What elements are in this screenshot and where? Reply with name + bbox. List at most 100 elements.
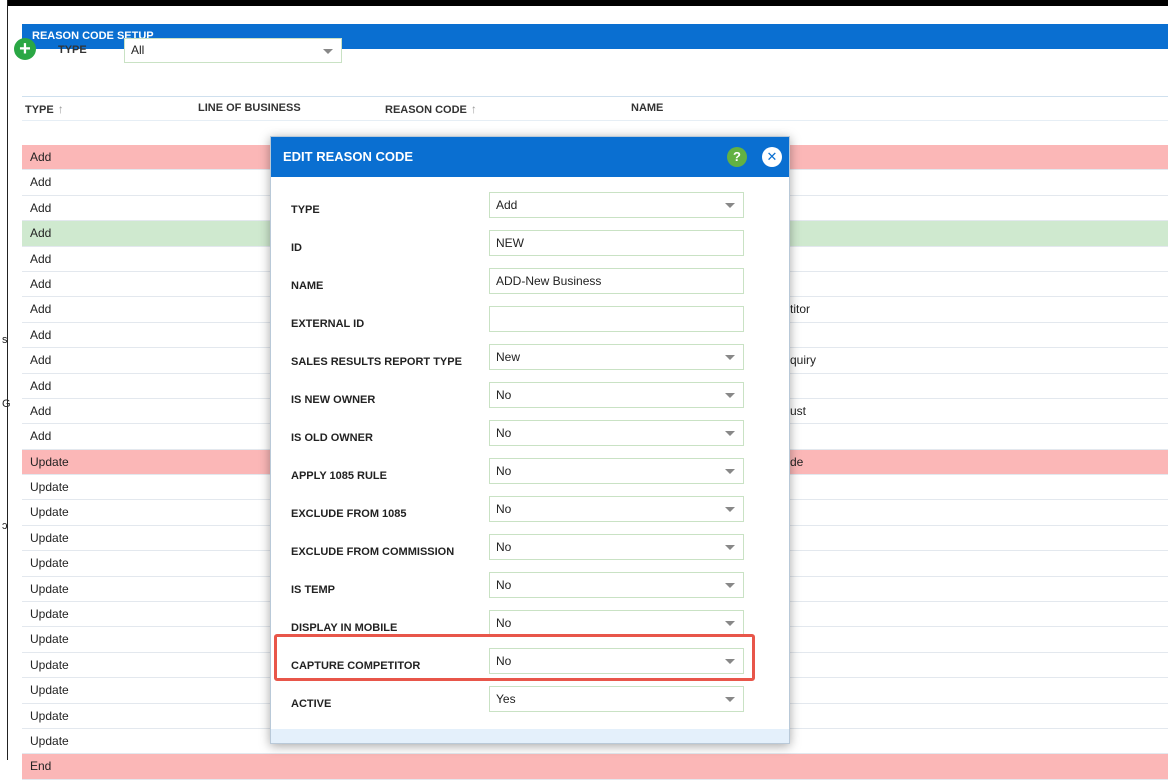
dialog-title: EDIT REASON CODE bbox=[283, 149, 414, 164]
row-type-cell: Update bbox=[30, 683, 69, 698]
field-row-name: NAME ADD-New Business bbox=[271, 265, 791, 303]
sales-results-report-type-select[interactable]: New bbox=[489, 344, 744, 370]
field-value: No bbox=[496, 502, 512, 516]
row-type-cell: Update bbox=[30, 556, 69, 571]
field-label: ID bbox=[291, 242, 302, 254]
field-label: APPLY 1085 RULE bbox=[291, 470, 387, 482]
field-row-display-in-mobile: DISPLAY IN MOBILE No bbox=[271, 607, 791, 645]
divider bbox=[22, 120, 1168, 121]
type-select[interactable]: Add bbox=[489, 192, 744, 218]
field-label: CAPTURE COMPETITOR bbox=[291, 660, 421, 672]
chevron-down-icon bbox=[725, 545, 735, 550]
is-temp-select[interactable]: No bbox=[489, 572, 744, 598]
column-header-label: NAME bbox=[631, 102, 664, 114]
sort-up-icon: ↑ bbox=[57, 102, 64, 116]
edge-glyph: s bbox=[2, 334, 8, 346]
column-header-type[interactable]: TYPE ↑ bbox=[25, 102, 64, 116]
field-label: EXTERNAL ID bbox=[291, 318, 365, 330]
display-in-mobile-select[interactable]: No bbox=[489, 610, 744, 636]
field-row-is-new-owner: IS NEW OWNER No bbox=[271, 379, 791, 417]
capture-competitor-select[interactable]: No bbox=[489, 648, 744, 674]
row-type-cell: Add bbox=[30, 429, 52, 444]
sort-up-icon: ↑ bbox=[470, 102, 477, 116]
name-input[interactable]: ADD-New Business bbox=[489, 268, 744, 294]
row-type-cell: Add bbox=[30, 353, 52, 368]
field-label: SALES RESULTS REPORT TYPE bbox=[291, 356, 462, 368]
close-icon[interactable]: ✕ bbox=[762, 147, 782, 167]
field-label: EXCLUDE FROM COMMISSION bbox=[291, 546, 455, 558]
type-filter-select[interactable]: All bbox=[124, 38, 342, 63]
column-header-line-of-business[interactable]: LINE OF BUSINESS bbox=[198, 102, 301, 114]
field-row-exclude-from-1085: EXCLUDE FROM 1085 No bbox=[271, 493, 791, 531]
window-left-border bbox=[0, 0, 8, 760]
exclude-from-commission-select[interactable]: No bbox=[489, 534, 744, 560]
row-type-cell: End bbox=[30, 759, 52, 774]
row-name-cell: de bbox=[790, 454, 804, 469]
field-label: TYPE bbox=[291, 204, 320, 216]
column-header-reason-code[interactable]: REASON CODE ↑ bbox=[385, 102, 477, 116]
row-type-cell: Add bbox=[30, 200, 52, 215]
field-row-active: ACTIVE Yes bbox=[271, 683, 791, 721]
row-type-cell: Add bbox=[30, 378, 52, 393]
row-type-cell: Add bbox=[30, 302, 52, 317]
field-value: No bbox=[496, 388, 512, 402]
is-old-owner-select[interactable]: No bbox=[489, 420, 744, 446]
dialog-footer bbox=[271, 729, 789, 743]
row-type-cell: Add bbox=[30, 150, 52, 164]
row-name-cell: ust bbox=[790, 403, 807, 418]
field-value: No bbox=[496, 578, 512, 592]
chevron-down-icon bbox=[725, 583, 735, 588]
edge-glyph: G bbox=[2, 398, 11, 410]
add-reason-code-button[interactable]: + bbox=[14, 38, 36, 60]
apply-1085-rule-select[interactable]: No bbox=[489, 458, 744, 484]
field-value: ADD-New Business bbox=[496, 274, 602, 288]
chevron-down-icon bbox=[725, 697, 735, 702]
row-type-cell: Add bbox=[30, 175, 52, 190]
row-type-cell: Update bbox=[30, 607, 69, 622]
field-row-type: TYPE Add bbox=[271, 189, 791, 227]
row-type-cell: Update bbox=[30, 657, 69, 672]
row-type-cell: Add bbox=[30, 327, 52, 342]
field-row-sales-results-report-type: SALES RESULTS REPORT TYPE New bbox=[271, 341, 791, 379]
chevron-down-icon bbox=[323, 49, 333, 54]
id-input[interactable]: NEW bbox=[489, 230, 744, 256]
row-type-cell: Update bbox=[30, 480, 69, 495]
dialog-header: EDIT REASON CODE ? ✕ bbox=[271, 137, 789, 177]
row-type-cell: Update bbox=[30, 581, 69, 596]
field-row-capture-competitor: CAPTURE COMPETITOR No bbox=[271, 645, 791, 683]
divider bbox=[22, 96, 1168, 97]
field-row-is-temp: IS TEMP No bbox=[271, 569, 791, 607]
exclude-from-1085-select[interactable]: No bbox=[489, 496, 744, 522]
field-value: Yes bbox=[496, 692, 516, 706]
type-filter-label: TYPE bbox=[58, 44, 87, 56]
field-label: DISPLAY IN MOBILE bbox=[291, 622, 398, 634]
field-value: New bbox=[496, 350, 521, 364]
field-value: No bbox=[496, 464, 512, 478]
column-header-label: TYPE bbox=[25, 104, 54, 116]
field-value: No bbox=[496, 654, 512, 668]
chevron-down-icon bbox=[725, 203, 735, 208]
type-filter-value: All bbox=[131, 43, 145, 57]
edge-glyph: ɔ bbox=[2, 520, 8, 532]
field-label: ACTIVE bbox=[291, 698, 332, 710]
chevron-down-icon bbox=[725, 659, 735, 664]
field-label: NAME bbox=[291, 280, 324, 292]
help-icon[interactable]: ? bbox=[727, 147, 747, 167]
column-header-label: REASON CODE bbox=[385, 104, 467, 116]
chevron-down-icon bbox=[725, 393, 735, 398]
is-new-owner-select[interactable]: No bbox=[489, 382, 744, 408]
field-row-is-old-owner: IS OLD OWNER No bbox=[271, 417, 791, 455]
column-header-name[interactable]: NAME bbox=[631, 102, 663, 114]
row-type-cell: Add bbox=[30, 403, 52, 418]
table-row[interactable]: End bbox=[22, 754, 1168, 780]
window-top-border bbox=[0, 0, 1168, 6]
row-type-cell: Update bbox=[30, 708, 69, 723]
external-id-input[interactable] bbox=[489, 306, 744, 332]
row-type-cell: Add bbox=[30, 226, 52, 241]
column-header-label: LINE OF BUSINESS bbox=[198, 102, 301, 114]
active-select[interactable]: Yes bbox=[489, 686, 744, 712]
row-name-cell: titor bbox=[790, 302, 811, 317]
chevron-down-icon bbox=[725, 507, 735, 512]
field-value: Add bbox=[496, 198, 518, 212]
field-value: No bbox=[496, 616, 512, 630]
